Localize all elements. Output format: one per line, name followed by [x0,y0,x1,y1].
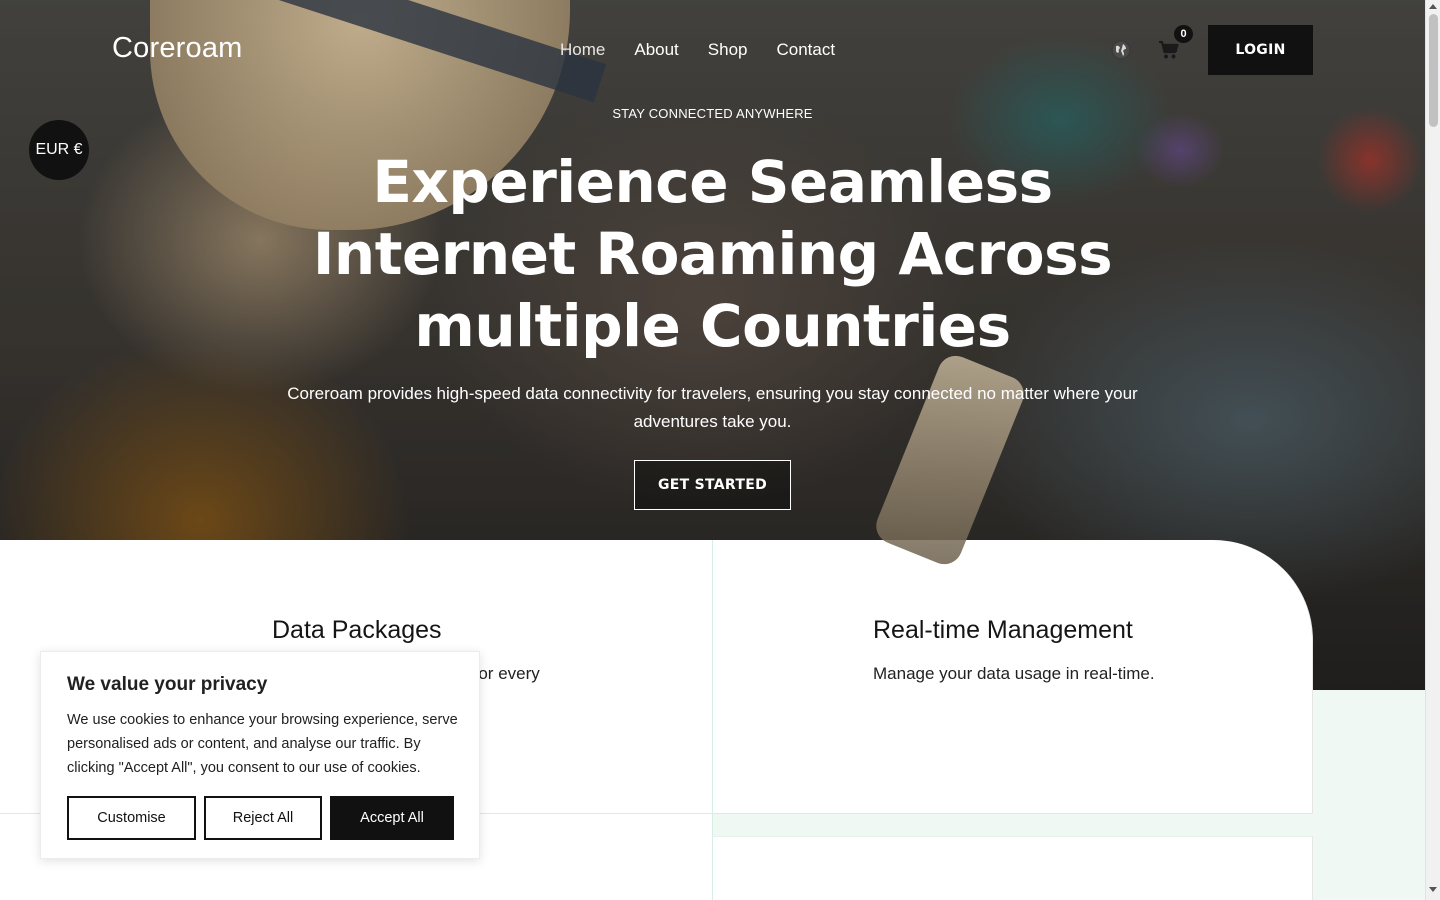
cookie-consent-banner: We value your privacy We use cookies to … [40,651,480,859]
login-button[interactable]: LOGIN [1208,25,1313,75]
hero-content: Coreroam Home About Shop Contact 0 LOGIN… [0,0,1425,690]
currency-switcher[interactable]: EUR € [29,120,89,180]
nav-shop[interactable]: Shop [708,40,748,60]
cart-icon[interactable] [1158,40,1180,60]
hero-subtext: Coreroam provides high-speed data connec… [287,384,1138,431]
scroll-up-arrow-icon[interactable] [1429,4,1437,9]
nav-about[interactable]: About [634,40,678,60]
scroll-down-arrow-icon[interactable] [1429,887,1437,892]
nav-home[interactable]: Home [560,40,605,60]
hero-headline: Experience Seamless Internet Roaming Acr… [312,148,1113,360]
site-logo[interactable]: Coreroam [112,32,243,65]
scrollbar-thumb[interactable] [1429,14,1438,127]
main-nav: Home About Shop Contact [560,40,835,60]
nav-contact[interactable]: Contact [777,40,836,60]
hero-section: Coreroam Home About Shop Contact 0 LOGIN… [0,0,1425,690]
cookie-body: We use cookies to enhance your browsing … [67,712,458,776]
cart-count-badge: 0 [1174,25,1193,43]
feature-card-lower-right [712,836,1313,900]
globe-icon[interactable] [1110,39,1132,61]
reject-all-button[interactable]: Reject All [204,796,322,840]
hero-eyebrow: STAY CONNECTED ANYWHERE [612,106,813,121]
page-scrollbar[interactable] [1425,0,1440,900]
accept-all-button[interactable]: Accept All [330,796,454,840]
cookie-title: We value your privacy [67,674,268,695]
customise-button[interactable]: Customise [67,796,196,840]
get-started-button[interactable]: GET STARTED [634,460,791,510]
